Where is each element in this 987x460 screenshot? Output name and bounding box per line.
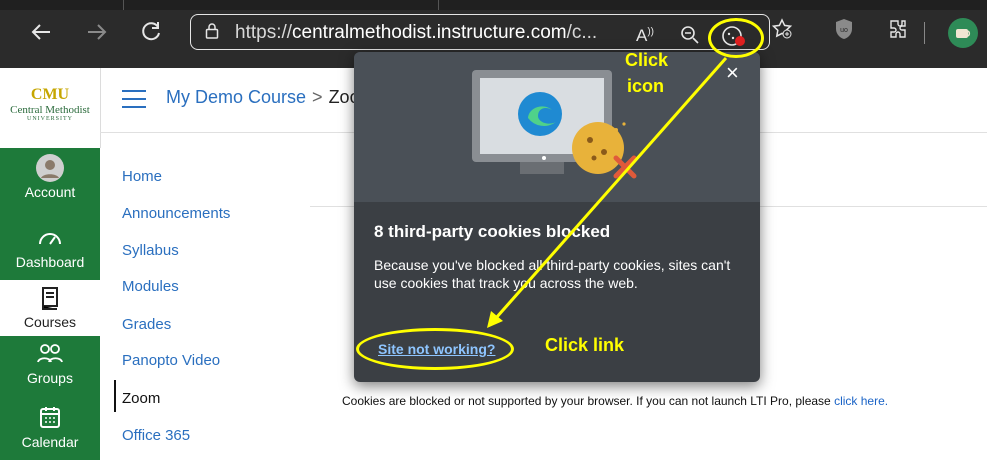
courses-icon: [42, 287, 58, 310]
cookie-notice-text: Cookies are blocked or not supported by …: [342, 394, 831, 408]
groups-icon: [37, 344, 63, 363]
course-nav-announcements[interactable]: Announcements: [122, 205, 230, 222]
tab-edge: [438, 0, 439, 10]
global-nav-label: Dashboard: [15, 254, 85, 270]
course-nav-panopto[interactable]: Panopto Video: [122, 352, 220, 369]
lock-icon[interactable]: [205, 23, 219, 39]
global-nav-label: Calendar: [21, 434, 79, 450]
dashboard-icon: [39, 233, 61, 245]
back-arrow-icon: [31, 24, 50, 40]
monitor-cookie-illustration: [472, 70, 637, 179]
ublock-extension-icon[interactable]: uo: [830, 17, 858, 45]
global-nav-account[interactable]: Account: [0, 154, 100, 218]
close-icon[interactable]: ×: [726, 62, 739, 84]
link-highlight-ellipse: [356, 328, 514, 370]
global-nav-calendar[interactable]: Calendar: [0, 404, 100, 460]
toolbar-divider: [924, 22, 925, 44]
click-here-link[interactable]: click here.: [834, 394, 888, 408]
global-nav-label: Groups: [27, 370, 73, 386]
popup-description: Because you've blocked all third-party c…: [374, 257, 731, 291]
logo-mark: CMU: [30, 86, 70, 103]
breadcrumb: My Demo Course > Zoo: [166, 87, 360, 108]
active-nav-indicator: [114, 380, 116, 412]
tab-strip: [0, 0, 987, 10]
click-icon-annotation-line2: icon: [627, 76, 665, 96]
logo-subtitle: UNIVERSITY: [27, 116, 73, 122]
course-nav-home[interactable]: Home: [122, 168, 162, 185]
course-nav-office365[interactable]: Office 365: [122, 427, 190, 444]
read-aloud-icon[interactable]: A)): [636, 26, 654, 46]
university-logo[interactable]: CMU Central Methodist UNIVERSITY: [6, 86, 94, 122]
click-link-annotation: Click link: [545, 335, 625, 355]
profile-avatar[interactable]: [948, 18, 978, 48]
global-nav-courses[interactable]: Courses: [0, 280, 100, 336]
course-nav-syllabus[interactable]: Syllabus: [122, 242, 179, 259]
global-nav-label: Account: [24, 184, 76, 200]
calendar-icon: [40, 407, 60, 428]
refresh-button[interactable]: [136, 19, 166, 49]
refresh-icon: [142, 22, 160, 41]
click-icon-annotation-line1: Click: [625, 50, 669, 70]
forward-arrow-icon: [88, 24, 107, 40]
avatar: [36, 154, 64, 182]
menu-icon[interactable]: [122, 90, 146, 108]
logo-name: Central Methodist: [10, 104, 90, 116]
popup-illustration: [354, 52, 760, 202]
extensions-icon[interactable]: [884, 17, 912, 45]
global-navigation: Account Dashboard Courses Groups Calenda…: [0, 148, 100, 460]
svg-text:uo: uo: [840, 27, 848, 34]
global-nav-groups[interactable]: Groups: [0, 340, 100, 394]
add-favorite-icon[interactable]: [768, 17, 796, 45]
breadcrumb-separator: >: [312, 87, 323, 107]
global-nav-label: Courses: [23, 314, 77, 330]
global-nav-dashboard[interactable]: Dashboard: [0, 224, 100, 278]
back-button[interactable]: [26, 19, 56, 49]
course-nav-modules[interactable]: Modules: [122, 278, 179, 295]
popup-title: 8 third-party cookies blocked: [374, 222, 611, 241]
breadcrumb-course-link[interactable]: My Demo Course: [166, 87, 306, 107]
zoom-icon[interactable]: [680, 25, 700, 50]
url-text[interactable]: https://centralmethodist.instructure.com…: [235, 22, 597, 44]
course-nav-zoom[interactable]: Zoom: [122, 390, 160, 407]
course-nav-grades[interactable]: Grades: [122, 316, 171, 333]
icon-highlight-ellipse: [708, 18, 764, 58]
forward-button[interactable]: [82, 19, 112, 49]
tab-edge: [123, 0, 124, 10]
cookie-notice: Cookies are blocked or not supported by …: [342, 394, 888, 408]
